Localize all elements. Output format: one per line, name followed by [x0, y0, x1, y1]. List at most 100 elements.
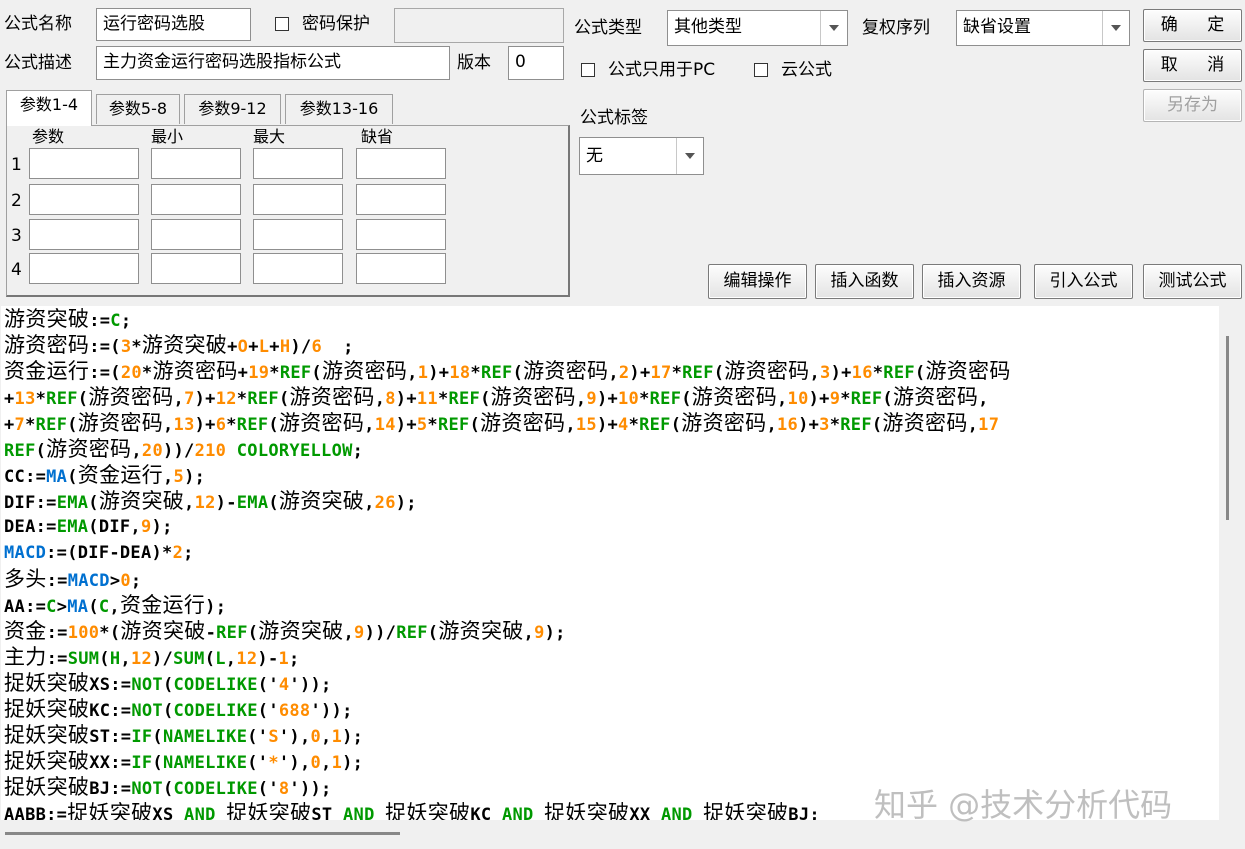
scroll-thumb[interactable]	[1226, 336, 1229, 520]
cancel-button[interactable]: 取 消	[1143, 49, 1242, 82]
param-1-max-input[interactable]	[253, 148, 343, 179]
param-4-default-input[interactable]	[356, 253, 446, 284]
code-token: -	[205, 623, 217, 643]
scroll-thumb[interactable]	[5, 832, 400, 835]
code-token: ('	[247, 753, 269, 773]
code-token: ,	[364, 493, 375, 513]
code-token: ))/	[162, 441, 195, 461]
param-2-max-input[interactable]	[253, 184, 343, 215]
code-token: IF	[131, 727, 153, 747]
code-token: (	[871, 415, 883, 435]
code-token: 7	[184, 389, 195, 409]
vertical-scrollbar[interactable]	[1219, 306, 1245, 820]
cloud-formula-checkbox[interactable]	[754, 63, 768, 77]
code-editor[interactable]: 游资突破:=C; 游资密码:=(3*游资突破+O+L+H)/6 ; 资金运行:=(2…	[1, 306, 1219, 820]
code-token: 16	[851, 363, 873, 383]
code-token: C	[98, 597, 110, 617]
code-line: +13*REF(游资密码,7)+12*REF(游资密码,8)+11*REF(游资…	[1, 384, 1219, 410]
code-token: (	[670, 415, 682, 435]
code-token: )+	[194, 389, 216, 409]
code-token: 18	[449, 363, 471, 383]
chevron-down-icon[interactable]	[676, 138, 703, 174]
code-token: C	[46, 597, 57, 617]
import-formula-button[interactable]: 引入公式	[1034, 264, 1133, 299]
param-2-name-input[interactable]	[29, 184, 139, 215]
code-token: *	[829, 415, 841, 435]
formula-tag-select[interactable]: 无	[579, 137, 704, 175]
param-4-name-input[interactable]	[29, 253, 139, 284]
code-token: (	[469, 415, 481, 435]
code-token: +	[269, 337, 280, 357]
code-token: 26	[374, 493, 396, 513]
param-4-min-input[interactable]	[151, 253, 241, 284]
ok-button[interactable]: 确 定	[1143, 9, 1242, 42]
test-formula-button[interactable]: 测试公式	[1143, 264, 1242, 299]
formula-type-select[interactable]: 其他类型	[667, 10, 848, 46]
code-token: AABB:=	[4, 805, 68, 820]
edit-ops-button[interactable]: 编辑操作	[708, 264, 807, 299]
code-token: 游资密码	[724, 359, 810, 383]
code-token: (	[162, 701, 174, 721]
param-1-min-input[interactable]	[151, 148, 241, 179]
code-token: 5	[416, 415, 428, 435]
code-line: DIF:=EMA(游资突破,12)-EMA(游资突破,26);	[1, 488, 1219, 514]
code-token: (	[204, 649, 216, 669]
save-as-button[interactable]: 另存为	[1143, 89, 1242, 122]
code-line: MACD:=(DIF-DEA)*2;	[1, 540, 1219, 566]
code-token: +	[248, 337, 259, 357]
code-token: MA	[67, 597, 89, 617]
code-token: ))/	[364, 623, 397, 643]
code-line: DEA:=EMA(DIF,9);	[1, 514, 1219, 540]
tab-params-9-12[interactable]: 参数9-12	[184, 94, 281, 124]
param-row-number: 4	[11, 260, 22, 280]
code-token: 游资突破	[141, 333, 228, 357]
code-token: (	[152, 727, 163, 747]
code-token: )-	[215, 493, 237, 513]
formula-name-input[interactable]: 运行密码选股	[96, 8, 251, 41]
pc-only-checkbox[interactable]	[581, 63, 595, 77]
code-token: REF	[4, 441, 36, 461]
code-token: ,	[321, 727, 332, 747]
formula-type-label: 公式类型	[574, 18, 642, 38]
version-input[interactable]: 0	[508, 46, 564, 80]
code-token: ('	[257, 701, 279, 721]
code-token: 游资密码	[691, 385, 777, 409]
code-token: 0	[120, 571, 131, 591]
param-1-default-input[interactable]	[356, 148, 446, 179]
code-token: 游资密码	[925, 359, 1011, 383]
tab-params-5-8[interactable]: 参数5-8	[96, 94, 180, 124]
code-token: (	[512, 363, 524, 383]
chevron-down-icon[interactable]	[820, 11, 847, 45]
chevron-down-icon[interactable]	[1102, 11, 1129, 45]
param-3-name-input[interactable]	[29, 219, 139, 250]
code-token: ,	[766, 415, 778, 435]
tab-params-1-4[interactable]: 参数1-4	[6, 90, 92, 126]
rights-select[interactable]: 缺省设置	[956, 10, 1130, 46]
code-token: )+	[596, 415, 619, 435]
insert-resource-button[interactable]: 插入资源	[922, 264, 1021, 299]
formula-desc-input[interactable]: 主力资金运行密码选股指标公式	[96, 46, 450, 80]
param-2-min-input[interactable]	[151, 184, 241, 215]
tab-params-13-16[interactable]: 参数13-16	[285, 94, 393, 124]
insert-function-button[interactable]: 插入函数	[815, 264, 914, 299]
code-token: 游资密码	[152, 359, 238, 383]
code-token: 15	[575, 415, 597, 435]
code-token: 3	[120, 337, 132, 357]
code-token: REF	[279, 363, 312, 383]
param-4-max-input[interactable]	[253, 253, 343, 284]
code-token: *	[25, 415, 36, 435]
param-1-name-input[interactable]	[29, 148, 139, 179]
code-token: ,	[777, 389, 788, 409]
param-3-min-input[interactable]	[151, 219, 241, 250]
param-2-default-input[interactable]	[356, 184, 446, 215]
code-token: 捉妖突破	[4, 671, 90, 695]
code-token: )+	[596, 389, 619, 409]
password-protect-checkbox[interactable]	[275, 17, 289, 31]
password-input[interactable]	[394, 8, 564, 43]
code-token: 1	[331, 753, 343, 773]
param-3-max-input[interactable]	[253, 219, 343, 250]
param-3-default-input[interactable]	[356, 219, 446, 250]
code-token: 0	[310, 727, 322, 747]
code-token: 17	[978, 415, 1000, 435]
